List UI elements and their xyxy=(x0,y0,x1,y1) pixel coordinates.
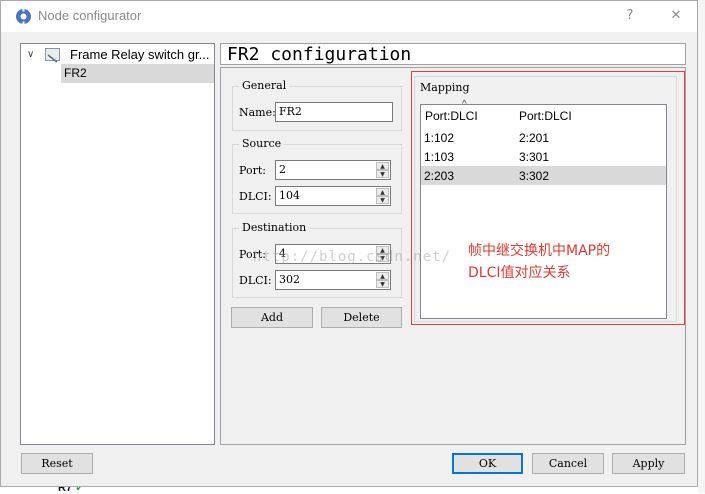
spin-up-icon[interactable]: ▲ xyxy=(376,188,389,196)
name-label: Name: xyxy=(239,106,276,119)
column-header-destination[interactable]: Port:DLCI xyxy=(519,109,572,123)
spin-up-icon[interactable]: ▲ xyxy=(376,162,389,170)
tree-item-frame-relay-switch-group[interactable]: Frame Relay switch gr... xyxy=(70,47,209,62)
apply-button[interactable]: Apply xyxy=(612,453,685,474)
column-header-source[interactable]: Port:DLCI xyxy=(425,109,478,123)
source-dlci-label: DLCI: xyxy=(239,190,272,203)
spin-down-icon[interactable]: ▼ xyxy=(376,196,389,204)
source-dlci-stepper[interactable]: ▲ ▼ xyxy=(376,188,389,204)
destination-dlci-value: 302 xyxy=(279,273,300,286)
mapping-list[interactable]: ^ Port:DLCI Port:DLCI 1:102 2:201 1:103 … xyxy=(420,99,667,319)
name-field[interactable]: FR2 xyxy=(275,102,393,122)
node-tree[interactable]: ∨ Frame Relay switch gr... FR2 xyxy=(20,43,215,445)
spin-up-icon[interactable]: ▲ xyxy=(376,272,389,280)
ok-button[interactable]: OK xyxy=(452,453,523,474)
annotation-text: 帧中继交换机中MAP的 DLCI值对应关系 xyxy=(468,240,658,284)
source-port-label: Port: xyxy=(239,164,266,177)
add-button[interactable]: Add xyxy=(231,307,313,328)
mapping-row-destination[interactable]: 3:302 xyxy=(519,169,549,183)
mapping-row-source[interactable]: 1:103 xyxy=(424,150,454,164)
annotation-line: 帧中继交换机中MAP的 xyxy=(468,243,611,259)
reset-button[interactable]: Reset xyxy=(21,453,93,474)
window-title: Node configurator xyxy=(38,8,142,23)
source-port-spinbox[interactable]: 2 ▲ ▼ xyxy=(275,160,391,180)
source-dlci-value: 104 xyxy=(279,189,300,202)
mapping-row-source[interactable]: 2:203 xyxy=(424,169,454,183)
source-port-value: 2 xyxy=(279,163,286,176)
destination-group-title: Destination xyxy=(239,221,310,234)
source-port-stepper[interactable]: ▲ ▼ xyxy=(376,162,389,178)
destination-dlci-label: DLCI: xyxy=(239,274,272,287)
mapping-row-source[interactable]: 1:102 xyxy=(424,131,454,145)
watermark: http://blog.csdn.net/ xyxy=(253,249,452,265)
page-title: FR2 configuration xyxy=(220,43,686,65)
destination-dlci-spinbox[interactable]: 302 ▲ ▼ xyxy=(275,270,391,290)
general-group-title: General xyxy=(239,79,290,92)
node-configurator-window: Node configurator ? ✕ ∨ Frame Relay swit… xyxy=(0,0,698,487)
mapping-row-destination[interactable]: 3:301 xyxy=(519,150,549,164)
frame-relay-switch-icon xyxy=(45,48,60,63)
chevron-down-icon[interactable]: ∨ xyxy=(27,49,34,60)
delete-button[interactable]: Delete xyxy=(321,307,402,328)
annotation-line: DLCI值对应关系 xyxy=(468,265,571,281)
background-strip xyxy=(698,0,705,493)
source-group-title: Source xyxy=(239,137,285,150)
cancel-button[interactable]: Cancel xyxy=(532,453,604,474)
spin-down-icon[interactable]: ▼ xyxy=(376,170,389,178)
title-bar: Node configurator ? ✕ xyxy=(1,1,697,32)
help-button[interactable]: ? xyxy=(617,4,643,28)
mapping-row-destination[interactable]: 2:201 xyxy=(519,131,549,145)
tree-item-fr2[interactable]: FR2 xyxy=(61,64,214,83)
gear-icon xyxy=(16,8,31,25)
destination-dlci-stepper[interactable]: ▲ ▼ xyxy=(376,272,389,288)
spin-down-icon[interactable]: ▼ xyxy=(376,280,389,288)
source-dlci-spinbox[interactable]: 104 ▲ ▼ xyxy=(275,186,391,206)
close-button[interactable]: ✕ xyxy=(663,4,689,28)
